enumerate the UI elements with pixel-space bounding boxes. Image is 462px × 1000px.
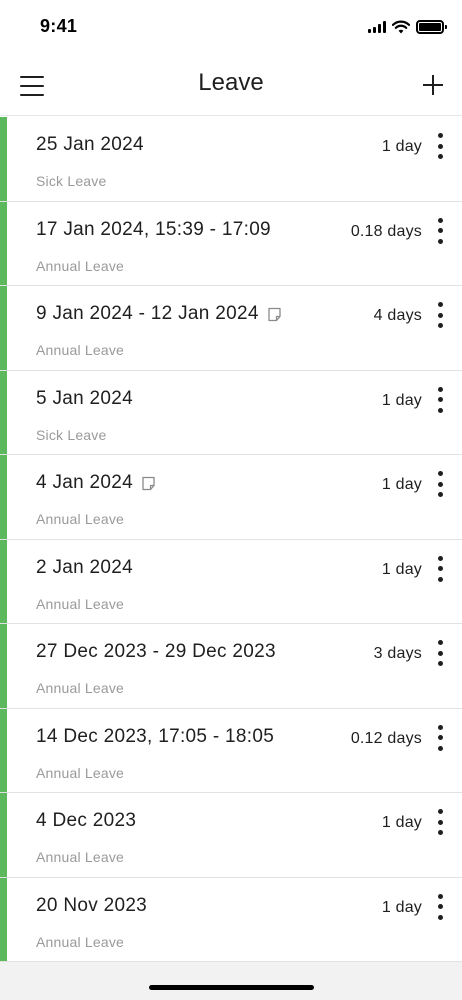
more-options-icon[interactable] xyxy=(434,133,446,159)
status-accent-bar xyxy=(0,201,7,285)
leave-type: Annual Leave xyxy=(36,764,125,781)
leave-list-item[interactable]: 2 Jan 2024 Annual Leave 1 day xyxy=(0,539,462,624)
leave-date-wrap: 4 Dec 2023 xyxy=(36,810,136,832)
leave-date: 2 Jan 2024 xyxy=(36,556,134,578)
leave-date-wrap: 5 Jan 2024 xyxy=(36,388,133,410)
plus-icon[interactable] xyxy=(420,72,446,98)
leave-type: Annual Leave xyxy=(36,595,125,612)
leave-duration: 0.12 days xyxy=(350,729,422,747)
leave-date: 17 Jan 2024, 15:39 - 17:09 xyxy=(36,218,271,240)
more-options-icon[interactable] xyxy=(434,640,446,666)
leave-date-wrap: 2 Jan 2024 xyxy=(36,557,133,579)
status-accent-bar xyxy=(0,286,7,370)
more-options-icon[interactable] xyxy=(434,893,446,920)
battery-icon xyxy=(416,20,447,34)
status-icons xyxy=(368,20,447,34)
leave-type: Annual Leave xyxy=(36,257,125,274)
more-options-icon[interactable] xyxy=(434,302,446,328)
leave-duration: 3 days xyxy=(373,645,422,662)
leave-date: 14 Dec 2023, 17:05 - 18:05 xyxy=(36,725,275,747)
more-options-icon[interactable] xyxy=(434,386,446,413)
leave-date: 5 Jan 2024 xyxy=(36,387,134,409)
wifi-icon xyxy=(392,20,410,34)
leave-date-wrap: 4 Jan 2024 xyxy=(36,472,156,494)
leave-list-item[interactable]: 9 Jan 2024 - 12 Jan 2024 Annual Leave 4 da… xyxy=(0,286,462,371)
leave-date-wrap: 25 Jan 2024 xyxy=(36,134,144,156)
status-bar: 9:41 xyxy=(0,0,462,56)
leave-type: Annual Leave xyxy=(36,511,125,527)
status-accent-bar xyxy=(0,624,7,708)
leave-duration: 1 day xyxy=(381,814,422,831)
leave-list-item[interactable]: 20 Nov 2023 Annual Leave 1 day xyxy=(0,877,462,962)
leave-list-item[interactable]: 17 Jan 2024, 15:39 - 17:09 Annual Leave 0.… xyxy=(0,201,462,286)
leave-date-wrap: 9 Jan 2024 - 12 Jan 2024 xyxy=(36,303,282,325)
leave-date-wrap: 20 Nov 2023 xyxy=(36,895,147,917)
more-options-icon[interactable] xyxy=(434,724,446,751)
leave-date: 9 Jan 2024 - 12 Jan 2024 xyxy=(36,303,259,324)
more-options-icon[interactable] xyxy=(434,555,446,582)
app-bar: Leave xyxy=(0,56,462,116)
home-indicator[interactable] xyxy=(149,985,314,990)
leave-duration: 1 day xyxy=(381,560,422,578)
status-accent-bar xyxy=(0,370,7,454)
leave-type: Annual Leave xyxy=(36,849,125,865)
cellular-signal-icon xyxy=(368,21,386,33)
leave-date-wrap: 27 Dec 2023 - 29 Dec 2023 xyxy=(36,641,276,663)
leave-list-item[interactable]: 14 Dec 2023, 17:05 - 18:05 Annual Leave 0.… xyxy=(0,708,462,793)
bottom-safe-area xyxy=(0,962,462,1000)
leave-list-item[interactable]: 5 Jan 2024 Sick Leave 1 day xyxy=(0,370,462,455)
leave-list-item[interactable]: 4 Dec 2023 Annual Leave 1 day xyxy=(0,793,462,878)
note-icon xyxy=(142,476,155,490)
leave-type: Sick Leave xyxy=(36,173,107,189)
status-time: 9:41 xyxy=(40,16,78,36)
more-options-icon[interactable] xyxy=(434,471,446,497)
note-icon xyxy=(268,307,281,321)
leave-duration: 4 days xyxy=(373,307,422,324)
leave-date-wrap: 14 Dec 2023, 17:05 - 18:05 xyxy=(36,726,274,748)
leave-duration: 0.18 days xyxy=(350,222,422,240)
leave-duration: 1 day xyxy=(381,138,422,155)
status-accent-bar xyxy=(0,455,7,539)
leave-date: 4 Jan 2024 xyxy=(36,472,134,493)
leave-date-wrap: 17 Jan 2024, 15:39 - 17:09 xyxy=(36,219,271,241)
status-accent-bar xyxy=(0,539,7,623)
leave-date: 27 Dec 2023 - 29 Dec 2023 xyxy=(36,641,276,662)
status-accent-bar xyxy=(0,708,7,792)
leave-list: 25 Jan 2024 Sick Leave 1 day 17 Jan 2024, 1… xyxy=(0,117,462,962)
leave-duration: 1 day xyxy=(381,391,422,409)
leave-date: 4 Dec 2023 xyxy=(36,810,137,831)
page-title: Leave xyxy=(198,69,264,96)
leave-duration: 1 day xyxy=(381,476,422,493)
leave-list-item[interactable]: 27 Dec 2023 - 29 Dec 2023 Annual Leave 3 d… xyxy=(0,624,462,709)
status-accent-bar xyxy=(0,117,7,201)
more-options-icon[interactable] xyxy=(434,217,446,244)
more-options-icon[interactable] xyxy=(434,809,446,835)
status-accent-bar xyxy=(0,793,7,877)
leave-duration: 1 day xyxy=(381,898,422,916)
leave-type: Sick Leave xyxy=(36,426,107,443)
leave-date: 20 Nov 2023 xyxy=(36,894,148,916)
leave-date: 25 Jan 2024 xyxy=(36,134,144,155)
leave-type: Annual Leave xyxy=(36,342,125,358)
status-accent-bar xyxy=(0,877,7,961)
leave-list-item[interactable]: 4 Jan 2024 Annual Leave 1 day xyxy=(0,455,462,540)
leave-list-item[interactable]: 25 Jan 2024 Sick Leave 1 day xyxy=(0,117,462,202)
leave-type: Annual Leave xyxy=(36,680,125,696)
leave-type: Annual Leave xyxy=(36,933,125,950)
